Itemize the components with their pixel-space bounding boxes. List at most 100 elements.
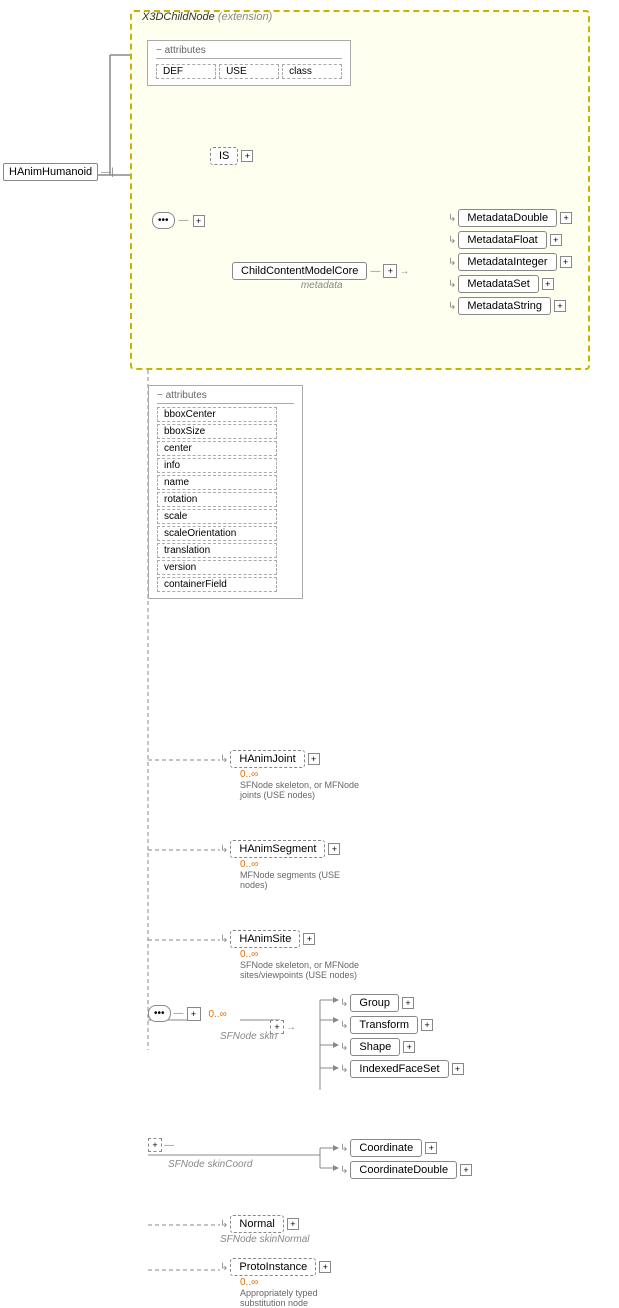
attr-def: DEF (156, 64, 216, 79)
oval-connector: ••• (152, 212, 175, 229)
skin-sub-expand[interactable]: + (270, 1020, 284, 1034)
hanim-segment-section: ↳ HAnimSegment + 0..∞ MFNode segments (U… (220, 840, 360, 890)
hanim-site-section: ↳ HAnimSite + 0..∞ SFNode skeleton, or M… (220, 930, 360, 980)
attr-center: center (157, 441, 277, 456)
child-content-model-area: ChildContentModelCore — + → metadata (232, 262, 411, 291)
hanim-site-expand[interactable]: + (303, 933, 315, 945)
normal-expand[interactable]: + (287, 1218, 299, 1230)
metadata-label: metadata (301, 280, 343, 291)
is-label: IS (210, 147, 238, 165)
proto-instance-expand[interactable]: + (319, 1261, 331, 1273)
attr-containerfield: containerField (157, 577, 277, 592)
metadata-float-box: MetadataFloat (458, 231, 546, 249)
attr-translation: translation (157, 543, 277, 558)
metadata-string-expand[interactable]: + (554, 300, 566, 312)
hanim-segment-cardinality: 0..∞ (240, 859, 258, 870)
attr-info: info (157, 458, 277, 473)
coordinate-expand[interactable]: + (425, 1142, 437, 1154)
diagram-container: HAnimHumanoid —| X3DChildNode (extension… (0, 0, 619, 1296)
coordinatedouble-box: CoordinateDouble (350, 1161, 457, 1179)
hanim-joint-section: ↳ HAnimJoint + 0..∞ SFNode skeleton, or … (220, 750, 360, 800)
transform-expand[interactable]: + (421, 1019, 433, 1031)
hanim-segment-box: HAnimSegment (230, 840, 325, 858)
hanim-joint-expand[interactable]: + (308, 753, 320, 765)
hanim-site-box: HAnimSite (230, 930, 300, 948)
skin-oval-area: ••• — + 0..∞ (148, 1005, 227, 1022)
skin-nodes-container: ↳ Group + ↳ Transform + ↳ Shape + ↳ Inde… (340, 990, 464, 1082)
child-content-expand[interactable]: + (383, 264, 397, 278)
attr-class: class (282, 64, 342, 79)
attr-rotation: rotation (157, 492, 277, 507)
attributes-box-top: − attributes DEF USE class (147, 40, 351, 86)
indexedfaceset-box: IndexedFaceSet (350, 1060, 448, 1078)
hanim-site-cardinality: 0..∞ (240, 949, 258, 960)
skin-cardinality: 0..∞ (209, 1009, 227, 1020)
attr-main-label: − attributes (157, 390, 294, 404)
attr-name: name (157, 475, 277, 490)
child-content-model-node: ChildContentModelCore (232, 262, 367, 280)
hanim-joint-desc: SFNode skeleton, or MFNode joints (USE n… (240, 780, 360, 800)
indexedfaceset-expand[interactable]: + (452, 1063, 464, 1075)
proto-cardinality: 0..∞ (240, 1277, 258, 1288)
is-node: IS + (210, 147, 253, 165)
proto-instance-box: ProtoInstance (230, 1258, 316, 1276)
metadata-set-node: ↳ MetadataSet + (448, 275, 572, 293)
coordinate-box: Coordinate (350, 1139, 422, 1157)
metadata-set-box: MetadataSet (458, 275, 538, 293)
attr-bboxsize: bboxSize (157, 424, 277, 439)
hanim-segment-desc: MFNode segments (USE nodes) (240, 870, 360, 890)
group-expand[interactable]: + (402, 997, 414, 1009)
attr-scale: scale (157, 509, 277, 524)
indexedfaceset-node: ↳ IndexedFaceSet + (340, 1060, 464, 1078)
metadata-integer-box: MetadataInteger (458, 253, 556, 271)
metadata-nodes-container: ↳ MetadataDouble + ↳ MetadataFloat + ↳ M… (448, 205, 572, 319)
expand-oval-icon[interactable]: + (193, 215, 205, 227)
sfnode-skinnormal-label: SFNode skinNormal (220, 1233, 309, 1245)
skin-coord-nodes: ↳ Coordinate + ↳ CoordinateDouble + (340, 1135, 472, 1183)
hanim-site-desc: SFNode skeleton, or MFNode sites/viewpoi… (240, 960, 360, 980)
group-box: Group (350, 994, 399, 1012)
normal-box: Normal (230, 1215, 283, 1233)
proto-desc: Appropriately typed substitution node (240, 1288, 360, 1308)
metadata-string-box: MetadataString (458, 297, 551, 315)
skin-coord-expand[interactable]: + (148, 1138, 162, 1152)
metadata-integer-node: ↳ MetadataInteger + (448, 253, 572, 271)
minus-icon: − (156, 45, 162, 56)
x3d-child-node-label: X3DChildNode (extension) (142, 11, 272, 23)
metadata-double-expand[interactable]: + (560, 212, 572, 224)
skin-dashed-expand: + → (270, 1020, 298, 1034)
shape-box: Shape (350, 1038, 400, 1056)
metadata-set-expand[interactable]: + (542, 278, 554, 290)
hanim-joint-cardinality: 0..∞ (240, 769, 258, 780)
attr-use: USE (219, 64, 279, 79)
metadata-float-node: ↳ MetadataFloat + (448, 231, 572, 249)
shape-node: ↳ Shape + (340, 1038, 464, 1056)
transform-box: Transform (350, 1016, 418, 1034)
hanim-humanoid-node: HAnimHumanoid —| (3, 163, 114, 181)
attr-bboxcenter: bboxCenter (157, 407, 277, 422)
coordinatedouble-expand[interactable]: + (460, 1164, 472, 1176)
metadata-double-box: MetadataDouble (458, 209, 557, 227)
attr-scaleorientation: scaleOrientation (157, 526, 277, 541)
sfnode-skin-label: SFNode skin (220, 1030, 277, 1042)
skin-normal-section: ↳ Normal + (220, 1215, 299, 1233)
proto-instance-section: ↳ ProtoInstance + 0..∞ Appropriately typ… (220, 1258, 360, 1308)
hanim-joint-box: HAnimJoint (230, 750, 304, 768)
coordinatedouble-node: ↳ CoordinateDouble + (340, 1161, 472, 1179)
metadata-string-node: ↳ MetadataString + (448, 297, 572, 315)
skin-expand-icon[interactable]: + (187, 1007, 201, 1021)
attr-version: version (157, 560, 277, 575)
hanim-humanoid-label: HAnimHumanoid (3, 163, 98, 181)
oval-connector-area: ••• — + (152, 212, 205, 229)
is-expand-icon[interactable]: + (241, 150, 253, 162)
metadata-integer-expand[interactable]: + (560, 256, 572, 268)
sfnode-skincoord-label: SFNode skinCoord (168, 1158, 252, 1170)
metadata-double-node: ↳ MetadataDouble + (448, 209, 572, 227)
metadata-float-expand[interactable]: + (550, 234, 562, 246)
hanim-segment-expand[interactable]: + (328, 843, 340, 855)
attr-box-top-label: − attributes (156, 45, 342, 59)
shape-expand[interactable]: + (403, 1041, 415, 1053)
transform-node: ↳ Transform + (340, 1016, 464, 1034)
attributes-box-main: − attributes bboxCenter bboxSize center … (148, 385, 303, 599)
minus-main-icon: − (157, 390, 163, 401)
